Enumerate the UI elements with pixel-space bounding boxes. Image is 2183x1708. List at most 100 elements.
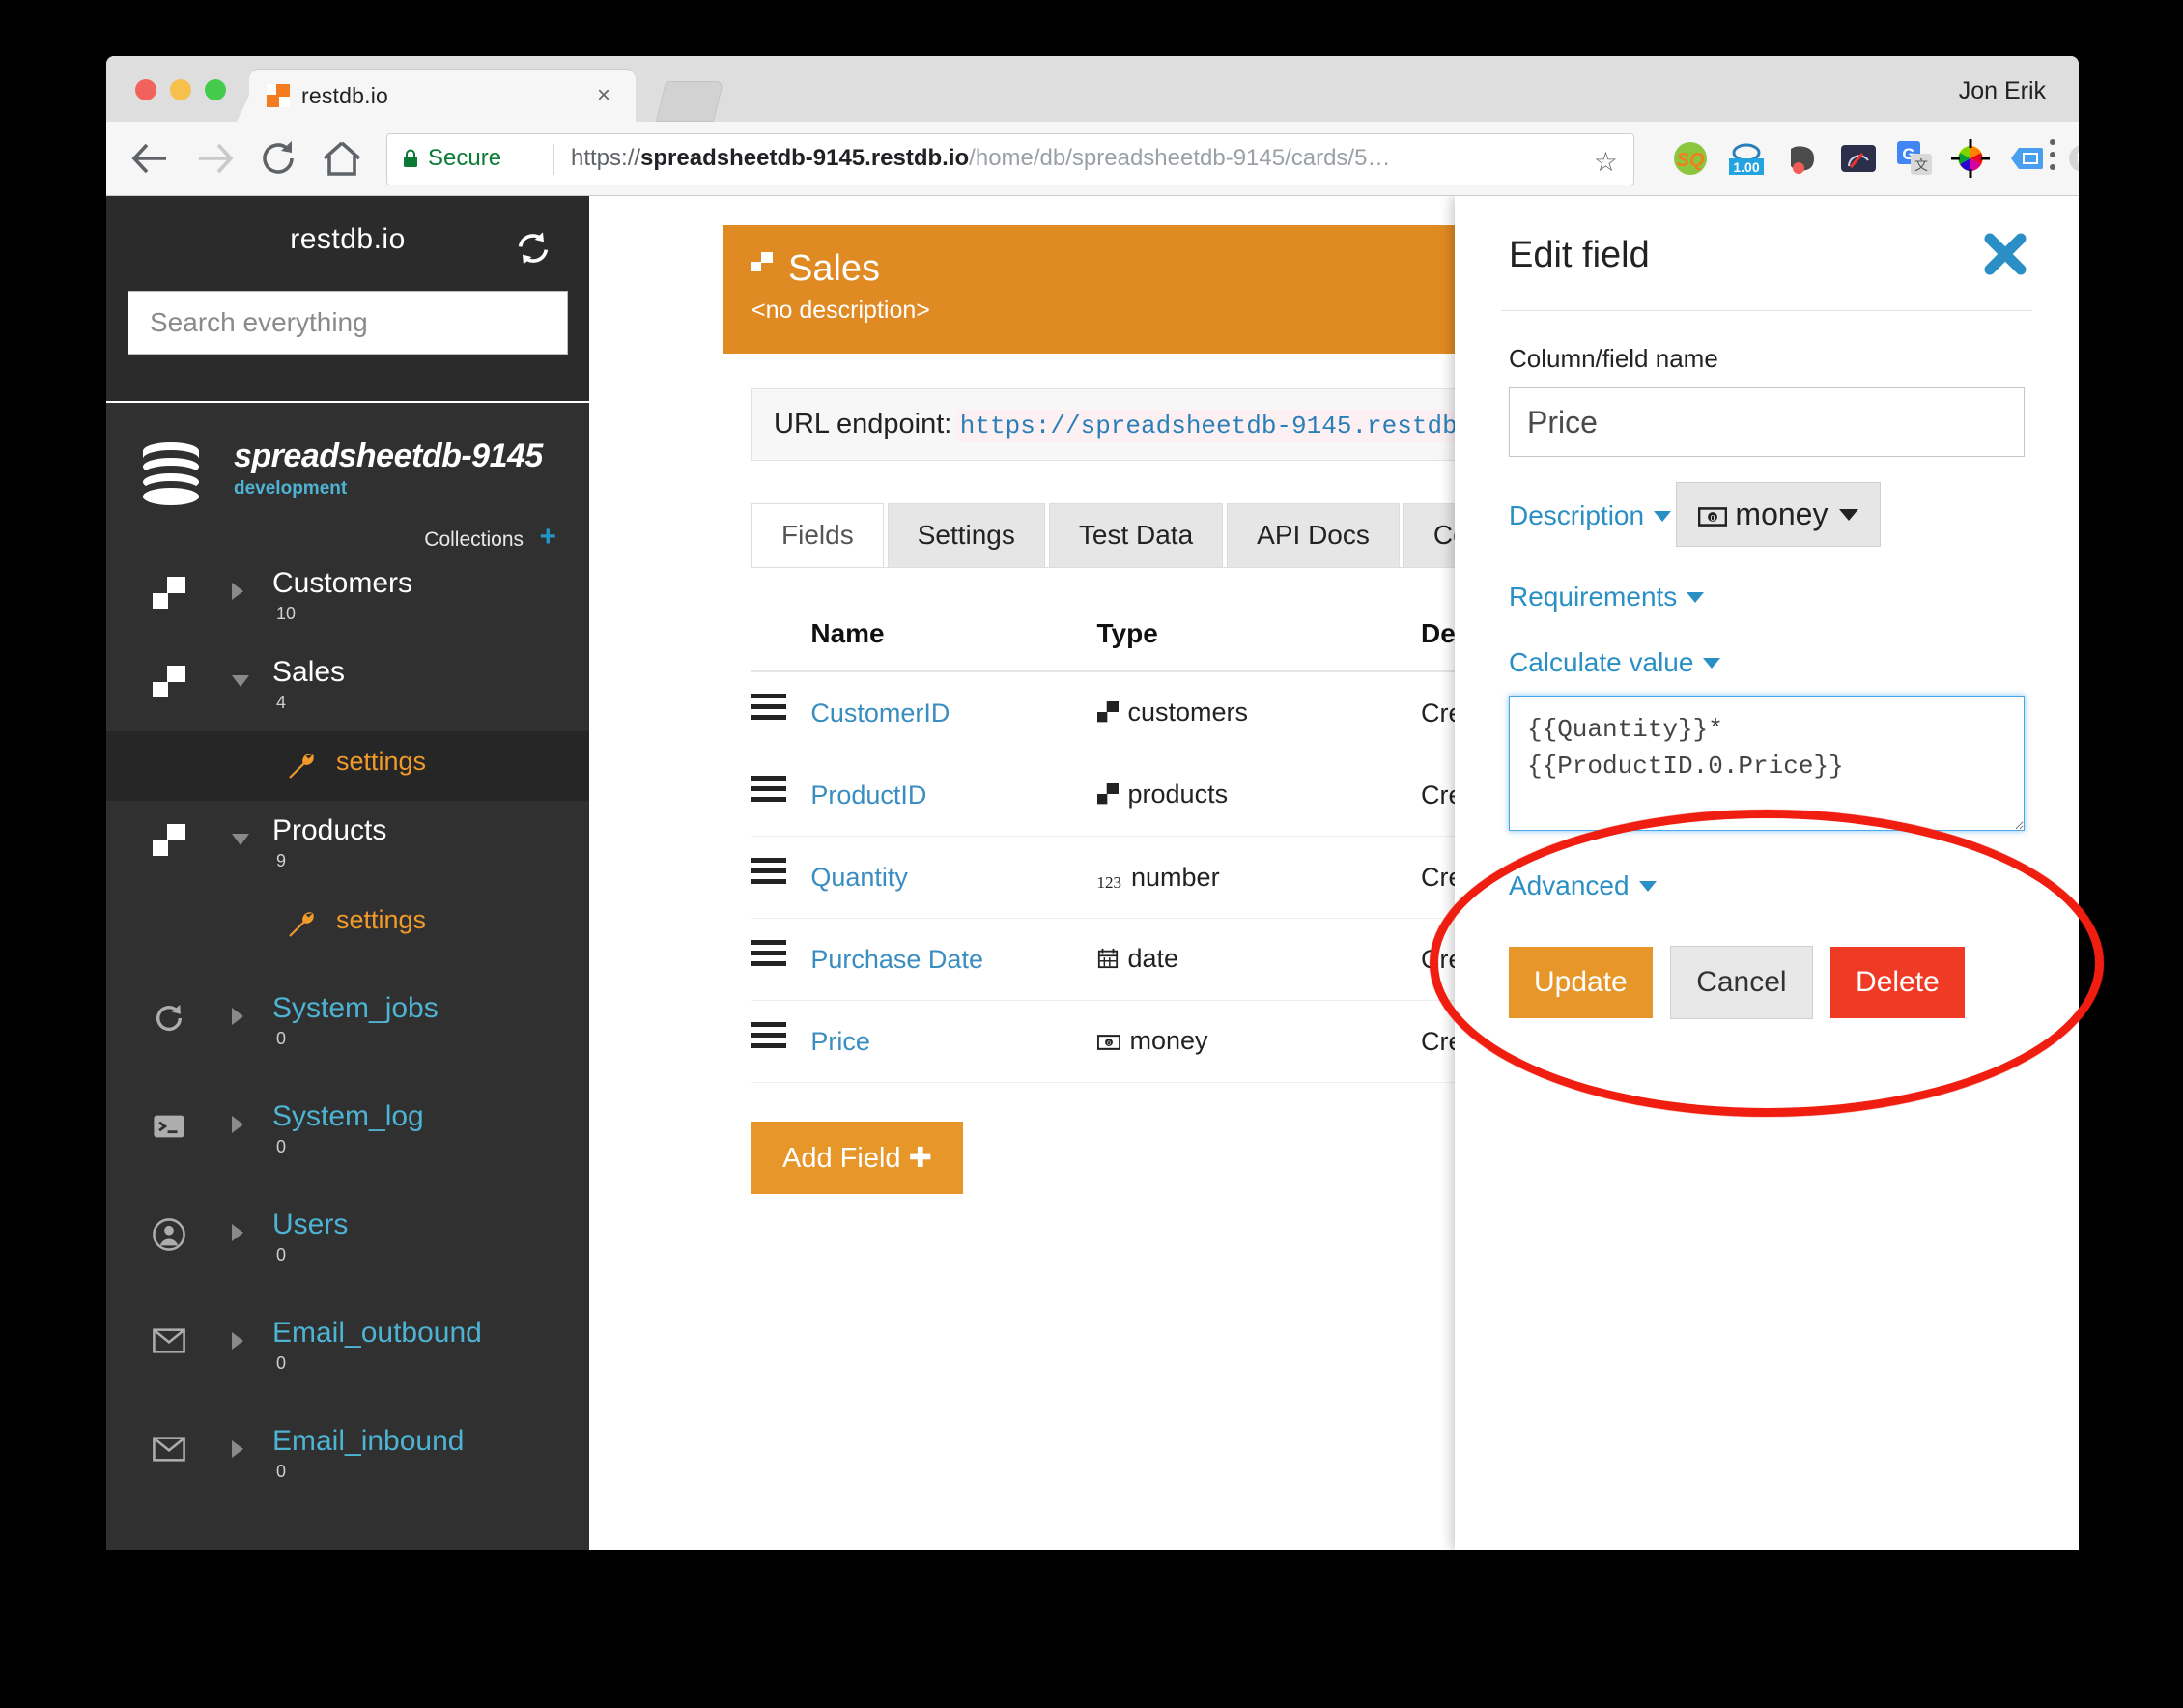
colorzilla-icon[interactable] [1951, 139, 1990, 178]
url-text: https://spreadsheetdb-9145.restdb.io/hom… [571, 145, 1390, 172]
browser-menu-icon[interactable] [2050, 139, 2057, 177]
chevron-right-icon[interactable] [232, 1008, 243, 1025]
field-name-link[interactable]: Purchase Date [810, 945, 983, 974]
omnibox-divider [553, 144, 554, 175]
field-name-link[interactable]: Price [810, 1027, 870, 1056]
squarespace-icon[interactable]: SQ [1671, 139, 1710, 178]
update-button[interactable]: Update [1509, 947, 1653, 1018]
url-scheme: https:// [571, 145, 641, 171]
sidebar-item-system-jobs[interactable]: System_jobs 0 [106, 979, 589, 1068]
requirements-toggle[interactable]: Requirements [1509, 582, 1705, 612]
url-path: /home/db/spreadsheetdb-9145/cards/5… [969, 145, 1391, 171]
collection-icon [153, 577, 185, 610]
field-type: products [1096, 754, 1421, 837]
chevron-right-icon[interactable] [232, 583, 243, 600]
chevron-right-icon[interactable] [232, 1332, 243, 1350]
sidebar-subitem-label: settings [336, 747, 427, 776]
back-icon[interactable] [128, 135, 174, 182]
edit-field-title: Edit field [1509, 235, 1650, 275]
sidebar-item-sales[interactable]: Sales 4 [106, 642, 589, 731]
sidebar-item-email-inbound[interactable]: Email_inbound 0 [106, 1411, 589, 1500]
svg-text:0: 0 [1710, 513, 1715, 523]
search-input[interactable] [128, 291, 568, 355]
edit-field-header: Edit field [1455, 196, 2079, 310]
reload-icon[interactable] [255, 135, 301, 182]
add-collection-icon[interactable]: + [539, 521, 556, 553]
drag-handle-icon[interactable] [751, 858, 786, 890]
currency-converter-icon[interactable]: 1.00 [1727, 139, 1766, 178]
drag-handle-icon[interactable] [751, 1022, 786, 1054]
field-type: 123 number [1096, 836, 1421, 919]
brand-text: restdb.io [290, 223, 406, 255]
profile-name[interactable]: Jon Erik [1959, 77, 2046, 105]
tag-assistant-icon[interactable] [2007, 139, 2046, 178]
window-minimize-button[interactable] [170, 79, 191, 100]
tab-api-docs[interactable]: API Docs [1227, 503, 1400, 567]
sidebar-item-count: 0 [276, 1462, 287, 1481]
chevron-right-icon[interactable] [232, 1224, 243, 1241]
sidebar-item-customers[interactable]: Customers 10 [106, 554, 589, 642]
new-tab-button[interactable] [655, 81, 724, 122]
sidebar-item-count: 0 [276, 1245, 287, 1265]
sidebar-item-system-log[interactable]: System_log 0 [106, 1087, 589, 1176]
collection-icon [751, 252, 773, 273]
field-name-link[interactable]: Quantity [810, 863, 908, 892]
close-icon[interactable] [1982, 231, 2028, 277]
drag-handle-icon[interactable] [751, 776, 786, 808]
fieldname-input[interactable] [1509, 387, 2025, 457]
sidebar-item-label: System_log [272, 1100, 424, 1132]
endpoint-label: URL endpoint: [774, 409, 952, 440]
window-close-button[interactable] [135, 79, 156, 100]
browser-tab[interactable]: restdb.io × [237, 70, 636, 122]
google-translate-icon[interactable]: G文 [1895, 139, 1934, 178]
drag-handle-icon[interactable] [751, 940, 786, 972]
chevron-right-icon[interactable] [232, 1116, 243, 1133]
ublock-icon[interactable]: U [2063, 139, 2079, 178]
sidebar-subitem-products-settings[interactable]: settings [106, 890, 589, 959]
add-field-button[interactable]: Add Field ✚ [751, 1122, 963, 1194]
sidebar-item-count: 0 [276, 1353, 287, 1373]
window-maximize-button[interactable] [205, 79, 226, 100]
calculate-value-textarea[interactable] [1509, 696, 2025, 831]
user-icon [153, 1218, 185, 1251]
speedtest-icon[interactable] [1839, 139, 1878, 178]
collection-icon [1096, 699, 1119, 729]
home-icon[interactable] [319, 135, 365, 182]
chevron-down-icon[interactable] [232, 675, 249, 687]
sidebar-item-count: 0 [276, 1029, 287, 1048]
sidebar-item-email-outbound[interactable]: Email_outbound 0 [106, 1303, 589, 1392]
field-name-link[interactable]: ProductID [810, 781, 926, 810]
sidebar-item-label: Customers [272, 567, 413, 599]
chevron-down-icon[interactable] [232, 834, 249, 845]
field-name-link[interactable]: CustomerID [810, 698, 950, 727]
sidebar-item-products[interactable]: Products 9 [106, 801, 589, 890]
database-environment: development [234, 478, 348, 498]
tab-fields[interactable]: Fields [751, 503, 884, 567]
tab-settings[interactable]: Settings [887, 503, 1045, 567]
sidebar-item-users[interactable]: Users 0 [106, 1195, 589, 1284]
bookmark-star-icon[interactable]: ☆ [1594, 146, 1618, 178]
refresh-circle-icon [153, 1002, 185, 1035]
calculate-value-toggle-label: Calculate value [1509, 647, 1694, 677]
chevron-right-icon[interactable] [232, 1440, 243, 1458]
wrench-icon [284, 907, 319, 947]
description-toggle[interactable]: Description [1509, 500, 1672, 531]
tab-test-data[interactable]: Test Data [1048, 503, 1224, 567]
collection-icon [153, 824, 185, 857]
field-type: 0 money [1096, 1000, 1421, 1083]
close-icon[interactable]: × [597, 82, 610, 109]
sidebar-item-count: 9 [276, 851, 287, 870]
chevron-down-icon [1638, 881, 1657, 892]
address-bar[interactable]: Secure https://spreadsheetdb-9145.restdb… [386, 133, 1634, 185]
sidebar-item-count: 0 [276, 1137, 287, 1156]
refresh-icon[interactable] [514, 229, 553, 272]
advanced-toggle[interactable]: Advanced [1509, 870, 1657, 901]
table-header-handle [751, 618, 811, 672]
calculate-value-toggle[interactable]: Calculate value [1509, 647, 1721, 678]
sidebar-subitem-sales-settings[interactable]: settings [106, 731, 589, 801]
evernote-icon[interactable] [1783, 139, 1822, 178]
field-type-dropdown[interactable]: 0 money [1675, 482, 1882, 547]
drag-handle-icon[interactable] [751, 694, 786, 726]
delete-button[interactable]: Delete [1830, 947, 1965, 1018]
cancel-button[interactable]: Cancel [1670, 946, 1813, 1019]
